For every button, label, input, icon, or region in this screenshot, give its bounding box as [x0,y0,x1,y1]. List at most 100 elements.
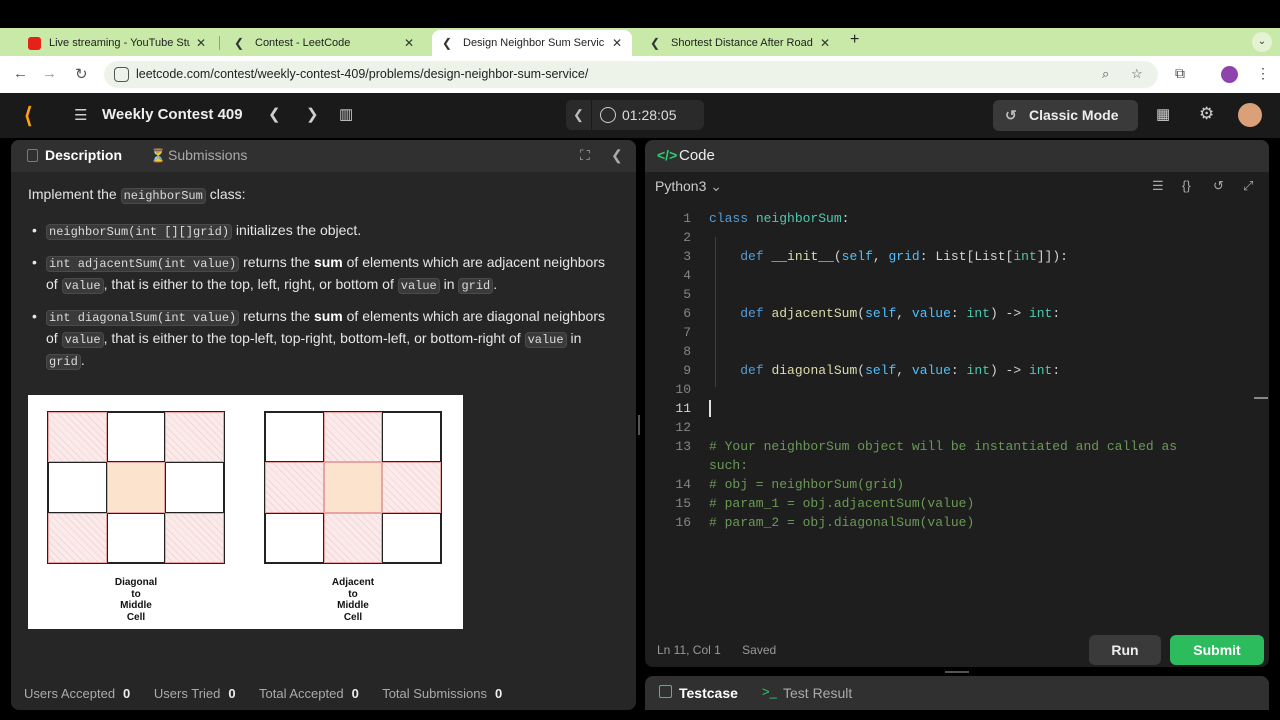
grid-cell [48,512,107,563]
stat-value: 0 [494,686,503,701]
classic-mode-button[interactable]: ↺ Classic Mode [993,100,1138,131]
reset-code-icon[interactable]: ↺ [1213,178,1224,194]
browser-tab-contest[interactable]: ❮ Contest - LeetCode ✕ [224,30,424,56]
line-number: 14 [675,477,691,492]
contest-timer: ❮ 01:28:05 [566,100,704,130]
text-cursor [709,400,711,417]
code-icon: </> [657,147,678,163]
inline-code: value [397,278,440,294]
text-span: . [493,276,498,292]
site-info-icon[interactable] [114,67,129,82]
expand-icon[interactable]: ⛶ [580,147,590,164]
code-token: def [740,306,764,321]
scrollbar-marker[interactable] [1254,397,1268,399]
format-lines-icon[interactable]: ☰ [1152,178,1164,194]
stat-label: Users Accepted [24,686,116,701]
diagonal-grid [47,411,225,564]
tab-title: Live streaming - YouTube Stu [49,37,190,49]
back-arrow-icon[interactable]: ← [13,65,28,82]
forward-arrow-icon[interactable]: → [42,65,57,82]
code-token: neighborSum [755,211,842,226]
bold-text: sum [313,308,343,324]
caption-line: Middle [337,600,369,611]
fullscreen-icon[interactable]: ⤢ [1243,178,1253,194]
text-span: Implement the [28,186,121,202]
save-status: Saved [742,643,777,657]
braces-icon[interactable]: {} [1182,178,1191,193]
code-token: adjacentSum [771,306,858,321]
clock-icon [600,107,616,123]
close-icon[interactable]: ✕ [196,36,206,50]
stat-label: Total Accepted [259,686,344,701]
new-tab-icon[interactable]: + [850,31,859,49]
line-number: 16 [675,515,691,530]
close-icon[interactable]: ✕ [612,36,622,50]
run-button[interactable]: Run [1089,635,1161,665]
caption-line: to [131,588,141,600]
prev-problem-icon[interactable]: ❮ [268,105,281,123]
chevron-down-icon[interactable]: ⌄ [1252,32,1272,52]
tab-test-result[interactable]: Test Result [783,685,852,701]
browser-tab-shortest-distance[interactable]: ❮ Shortest Distance After Road ✕ [640,30,840,56]
contest-title[interactable]: Weekly Contest 409 [102,106,243,123]
tab-testcase[interactable]: Testcase [679,685,738,701]
line-number: 12 [675,420,691,435]
inline-code: int adjacentSum(int value) [46,256,240,272]
more-menu-icon[interactable]: ⋮ [1256,65,1270,82]
profile-avatar[interactable] [1221,66,1238,83]
code-line: # obj = neighborSum(grid) [709,477,905,492]
tab-description[interactable]: Description [45,147,122,163]
grid-cell [48,462,107,513]
leetcode-logo[interactable]: ⟨ [24,103,33,129]
zoom-icon[interactable]: ⌕ [1102,66,1109,82]
panel-resize-handle[interactable] [638,415,640,435]
close-icon[interactable]: ✕ [820,36,830,50]
line-number: 6 [683,306,691,321]
avatar[interactable] [1238,103,1262,127]
chevron-left-icon[interactable]: ❮ [566,100,592,130]
code-panel: </> Code Python3 ⌄ ☰ {} ↺ ⤢ 1 2 3 4 5 6 … [645,140,1269,667]
code-token: int [966,363,990,378]
url-field[interactable]: leetcode.com/contest/weekly-contest-409/… [104,61,1158,88]
code-token: def [740,363,764,378]
problem-list-icon[interactable]: ☰ [74,106,87,124]
tab-submissions[interactable]: Submissions [168,147,247,163]
next-problem-icon[interactable]: ❯ [306,105,319,123]
grid-cell [165,462,224,513]
extensions-icon[interactable]: ⧉ [1175,65,1185,82]
collapse-icon[interactable]: ❮ [611,147,623,164]
bookmark-star-icon[interactable]: ☆ [1131,66,1143,82]
code-editor[interactable]: 1 2 3 4 5 6 7 8 9 10 11 12 13 14 15 16 c… [645,208,1269,628]
description-panel-header: Description ⏳ Submissions ⛶ ❮ [11,140,636,172]
language-label: Python3 [655,178,707,194]
close-icon[interactable]: ✕ [404,36,414,50]
grid-cell [382,462,441,513]
gear-icon[interactable]: ⚙ [1199,104,1214,124]
stat-value: 0 [228,686,236,701]
list-item: int adjacentSum(int value) returns the s… [28,252,618,296]
panel-resize-handle[interactable] [945,671,969,673]
tab-divider [219,36,220,50]
layout-icon[interactable]: ▦ [1156,105,1170,123]
reload-icon[interactable]: ↻ [75,65,88,83]
browser-tab-youtube[interactable]: Live streaming - YouTube Stu ✕ [18,30,216,56]
caption-line: to [348,588,358,600]
caption-line: Cell [126,611,146,623]
stat-value: 0 [123,686,131,701]
method-list: neighborSum(int [][]grid) initializes th… [28,220,618,372]
intro-text: Implement the neighborSum class: [28,184,618,206]
code-token: self [865,306,897,321]
submit-button[interactable]: Submit [1170,635,1264,665]
grid-cell [165,512,224,563]
line-number: 1 [683,211,691,226]
inline-code: grid [458,278,494,294]
text-span: , that is either to the top, left, right… [103,276,398,292]
language-select[interactable]: Python3 ⌄ [655,178,722,195]
ranking-chart-icon[interactable]: ▥ [339,105,353,123]
code-token: class [709,211,749,226]
browser-tab-design-neighbor[interactable]: ❮ Design Neighbor Sum Servic ✕ [432,30,632,56]
problem-description: Implement the neighborSum class: neighbo… [28,184,618,382]
figure-caption-left: Diagonal to Middle Cell [47,577,225,623]
text-span: in [439,276,459,292]
line-number: 9 [683,363,691,378]
